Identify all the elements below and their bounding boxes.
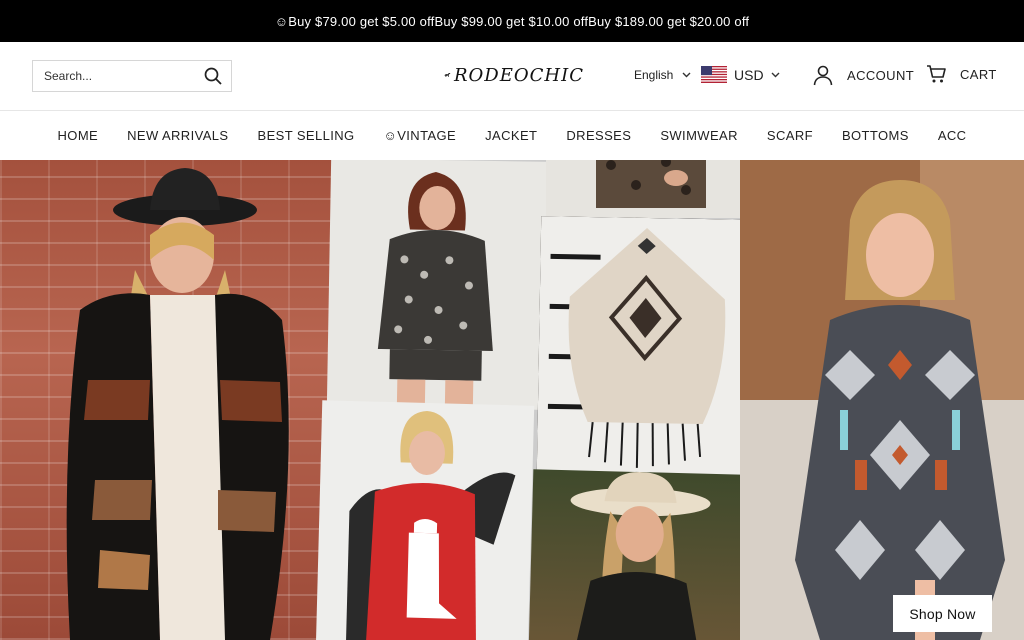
- nav-dresses[interactable]: DRESSES: [566, 128, 631, 143]
- nav-scarf[interactable]: SCARF: [767, 128, 813, 143]
- nav-vintage[interactable]: ☺VINTAGE: [384, 128, 457, 143]
- hero-photo-red-vest: [315, 400, 535, 640]
- cart-icon: [927, 65, 946, 83]
- cart-link[interactable]: CART: [926, 64, 997, 84]
- us-flag-icon: [701, 66, 727, 83]
- shop-now-button[interactable]: Shop Now: [893, 595, 992, 632]
- nav-jacket[interactable]: JACKET: [485, 128, 537, 143]
- nav-home[interactable]: HOME: [58, 128, 99, 143]
- site-logo[interactable]: RODEOCHIC: [444, 62, 584, 88]
- chevron-down-icon: [682, 72, 691, 78]
- horse-icon: [444, 72, 451, 78]
- hero-photo-leopard-top: [546, 160, 754, 218]
- cart-label: CART: [960, 66, 997, 82]
- site-header: RODEOCHIC English USD ACCOUNT CART: [0, 42, 1024, 111]
- nav-swimwear[interactable]: SWIMWEAR: [660, 128, 738, 143]
- hero-photo-aztec-dress: [740, 160, 1024, 640]
- account-label: ACCOUNT: [847, 67, 915, 83]
- nav-acc[interactable]: ACC: [938, 128, 967, 143]
- hero-photo-cardigan: [0, 160, 334, 640]
- language-selector[interactable]: English: [634, 68, 691, 82]
- search-box[interactable]: [32, 60, 232, 92]
- main-nav: HOME NEW ARRIVALS BEST SELLING ☺VINTAGE …: [0, 111, 1024, 160]
- hero-photo-poncho: [536, 216, 754, 476]
- announcement-bar: ☺Buy $79.00 get $5.00 offBuy $99.00 get …: [0, 0, 1024, 42]
- hero-banner[interactable]: Shop Now: [0, 160, 1024, 640]
- search-input[interactable]: [44, 69, 203, 83]
- logo-text: RODEOCHIC: [454, 64, 584, 86]
- nav-new-arrivals[interactable]: NEW ARRIVALS: [127, 128, 228, 143]
- currency-selector[interactable]: USD: [701, 66, 780, 83]
- hero-photo-leopard-set: [326, 160, 548, 410]
- language-label: English: [634, 68, 674, 82]
- announcement-text: ☺Buy $79.00 get $5.00 offBuy $99.00 get …: [274, 13, 750, 29]
- nav-best-selling[interactable]: BEST SELLING: [258, 128, 355, 143]
- nav-bottoms[interactable]: BOTTOMS: [842, 128, 909, 143]
- account-link[interactable]: ACCOUNT: [812, 64, 914, 86]
- currency-label: USD: [734, 66, 764, 83]
- chevron-down-icon: [771, 72, 780, 77]
- hero-photo-cream-hat: [528, 469, 746, 640]
- search-icon[interactable]: [203, 66, 223, 86]
- user-icon: [813, 65, 833, 86]
